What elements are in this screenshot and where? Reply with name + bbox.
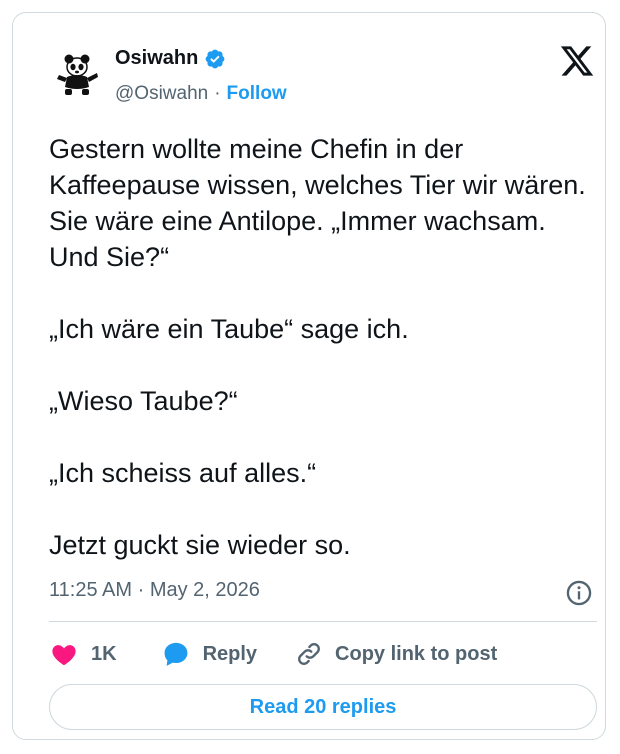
tweet-paragraph: „Ich scheiss auf alles.“ [49, 458, 317, 488]
author-handle-row: @Osiwahn · Follow [115, 83, 287, 105]
separator: · [214, 83, 221, 104]
like-button[interactable]: 1K [49, 640, 117, 668]
author-name[interactable]: Osiwahn [115, 47, 198, 70]
tweet-paragraph: Gestern wollte meine Chefin in der Kaffe… [49, 134, 586, 272]
copy-link-button[interactable]: Copy link to post [295, 640, 497, 668]
timestamp[interactable]: 11:25 AM · May 2, 2026 [49, 579, 260, 602]
separator: · [137, 579, 145, 601]
tweet-paragraph: „Ich wäre ein Taube“ sage ich. [49, 314, 409, 344]
x-logo-icon[interactable] [559, 43, 595, 79]
reply-button[interactable]: Reply [161, 640, 257, 668]
read-replies-button[interactable]: Read 20 replies [49, 684, 597, 730]
info-icon[interactable] [565, 579, 593, 607]
like-count: 1K [91, 642, 117, 665]
tweet-card: Osiwahn @Osiwahn · Follow Gestern wollte… [12, 12, 606, 740]
tweet-date: May 2, 2026 [149, 579, 260, 601]
reply-label: Reply [202, 642, 258, 665]
follow-button[interactable]: Follow [227, 83, 287, 105]
reply-bubble-icon [164, 642, 188, 666]
link-icon [298, 643, 320, 665]
heart-icon [52, 645, 76, 666]
tweet-text: Gestern wollte meine Chefin in der Kaffe… [49, 131, 589, 563]
divider [49, 621, 597, 622]
verified-badge-icon [205, 49, 225, 68]
avatar[interactable] [51, 47, 103, 99]
tweet-paragraph: Jetzt guckt sie wieder so. [49, 530, 351, 560]
tweet-time: 11:25 AM [49, 579, 133, 601]
author-handle[interactable]: @Osiwahn [115, 83, 208, 105]
author-name-row: Osiwahn [115, 47, 226, 70]
tweet-actions: 1K Reply Copy link to post [49, 637, 497, 671]
tweet-paragraph: „Wieso Taube?“ [49, 386, 238, 416]
copy-link-label: Copy link to post [335, 642, 498, 665]
